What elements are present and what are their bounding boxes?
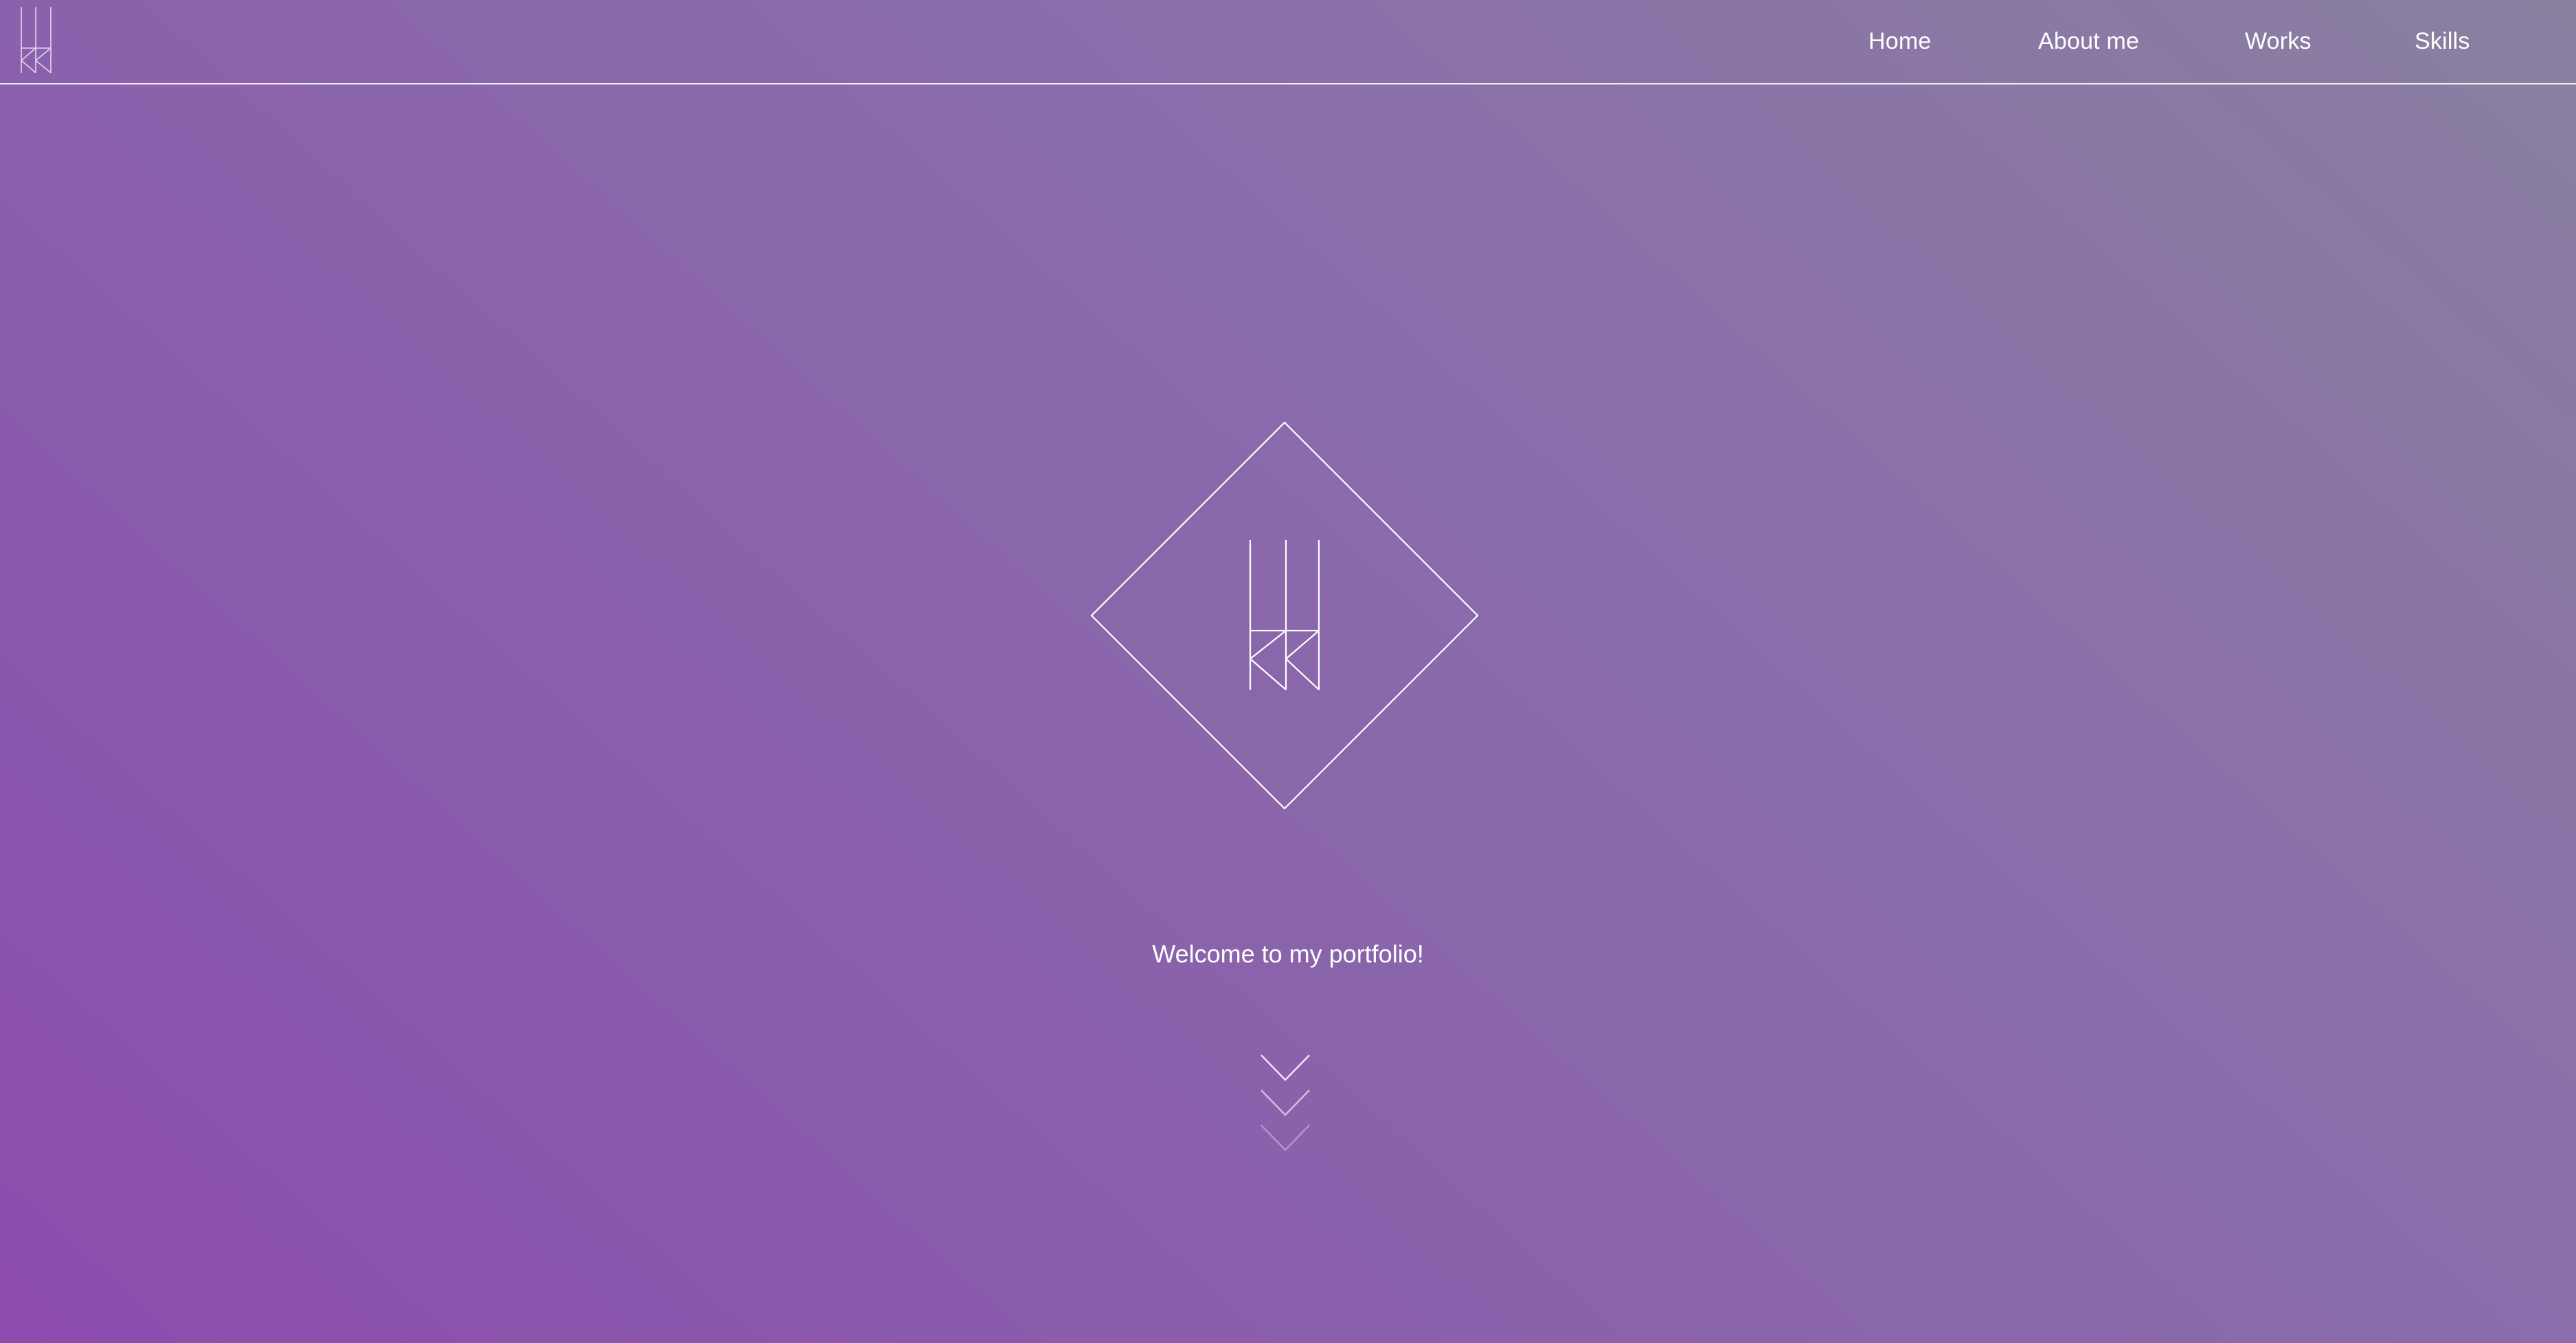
welcome-text: Welcome to my portfolio! [1152, 940, 1424, 968]
nav-home-link[interactable]: Home [1868, 26, 1932, 56]
nav-skills-link[interactable]: Skills [2415, 26, 2470, 56]
top-navbar: Home About me Works Skills [0, 0, 2576, 84]
nav-about-link[interactable]: About me [2038, 26, 2139, 56]
kk-monogram-icon[interactable] [19, 7, 54, 73]
triple-chevron-down-icon[interactable] [1261, 1054, 1310, 1152]
diamond-kk-monogram-icon [1090, 421, 1479, 810]
nav-works-link[interactable]: Works [2245, 26, 2312, 56]
